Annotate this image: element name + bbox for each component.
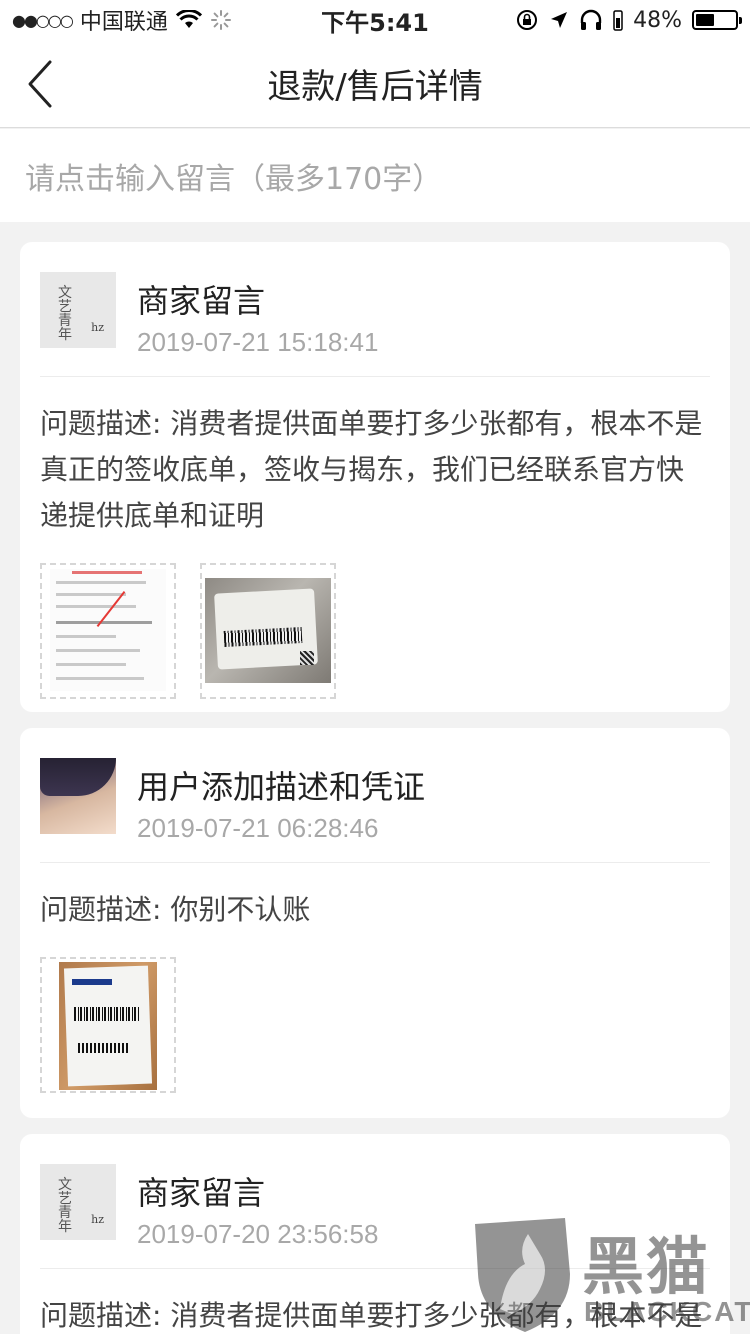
blackcat-watermark: 黑猫 BLACKCAT — [470, 1214, 750, 1334]
doc-line — [56, 581, 146, 584]
location-arrow-icon — [551, 12, 568, 28]
merchant-avatar: 文艺青年 hz — [40, 272, 116, 348]
message-card: 文艺青年 hz 商家留言 2019-07-21 15:18:41 问题描述: 消… — [20, 242, 730, 712]
attachment-thumbnail[interactable] — [40, 957, 176, 1093]
bag-qr-code — [300, 651, 314, 665]
message-sender: 用户添加描述和凭证 — [137, 768, 426, 806]
label-barcode — [78, 1043, 128, 1053]
signal-strength-icon: ●●○○○ — [12, 10, 74, 30]
avatar-calligraphy: 文艺青年 — [58, 285, 72, 343]
navigation-bar: 退款/售后详情 — [0, 40, 750, 128]
battery-icon — [692, 10, 742, 30]
message-description: 问题描述: 消费者提供面单要打多少张都有，根本不是真正的签收底单，签收与揭东，我… — [40, 407, 703, 532]
headphones-icon — [580, 9, 602, 30]
doc-header-mark — [72, 571, 142, 574]
doc-line — [56, 621, 152, 624]
carrier-name: 中国联通 — [79, 10, 168, 35]
document-screenshot-image — [50, 569, 166, 691]
avatar-calligraphy: 文艺青年 — [58, 1177, 72, 1235]
battery-level — [696, 14, 714, 26]
doc-line — [56, 649, 140, 652]
doc-line — [56, 593, 126, 596]
message-card-header: 用户添加描述和凭证 2019-07-21 06:28:46 — [40, 728, 710, 863]
attachment-list — [40, 957, 710, 1123]
merchant-avatar: 文艺青年 hz — [40, 1164, 116, 1240]
doc-line — [56, 605, 136, 608]
status-time: 下午5:41 — [321, 8, 429, 37]
doc-line — [56, 663, 126, 666]
status-bar: ●●○○○ 中国联通 下午5:41 48% — [0, 0, 750, 40]
user-avatar — [40, 758, 116, 834]
doc-line — [56, 677, 144, 680]
label-header — [72, 979, 112, 985]
wifi-icon — [175, 10, 202, 28]
status-right: 48% — [458, 7, 742, 33]
message-description: 问题描述: 你别不认账 — [40, 893, 311, 926]
message-timestamp: 2019-07-21 06:28:46 — [137, 813, 379, 843]
message-sender: 商家留言 — [137, 282, 266, 320]
attachment-thumbnail[interactable] — [200, 563, 336, 699]
doc-line — [56, 635, 116, 638]
headphone-battery-icon — [613, 10, 623, 31]
rotation-lock-icon — [517, 10, 538, 30]
message-input[interactable]: 请点击输入留言（最多170字） — [0, 129, 750, 222]
page-title: 退款/售后详情 — [267, 67, 483, 107]
watermark-en-text: BLACKCAT — [584, 1296, 750, 1327]
attachment-thumbnail[interactable] — [40, 563, 176, 699]
blackcat-logo-icon — [475, 1218, 570, 1332]
avatar-signature: hz — [91, 1213, 104, 1226]
chevron-left-icon — [28, 60, 52, 108]
back-button[interactable] — [20, 58, 70, 110]
message-sender: 商家留言 — [137, 1174, 266, 1212]
message-timestamp: 2019-07-20 23:56:58 — [137, 1219, 379, 1249]
watermark-cn-text: 黑猫 — [582, 1230, 711, 1303]
message-card: 用户添加描述和凭证 2019-07-21 06:28:46 问题描述: 你别不认… — [20, 728, 730, 1118]
message-timestamp: 2019-07-21 15:18:41 — [137, 327, 379, 357]
label-barcode — [74, 1007, 140, 1021]
status-left: ●●○○○ 中国联通 — [12, 4, 292, 36]
battery-percentage: 48% — [633, 7, 682, 33]
attachment-list — [40, 563, 710, 729]
message-card-header: 文艺青年 hz 商家留言 2019-07-21 15:18:41 — [40, 242, 710, 377]
avatar-signature: hz — [91, 321, 104, 334]
avatar-hair — [40, 758, 116, 796]
loading-spinner-icon — [210, 10, 231, 30]
